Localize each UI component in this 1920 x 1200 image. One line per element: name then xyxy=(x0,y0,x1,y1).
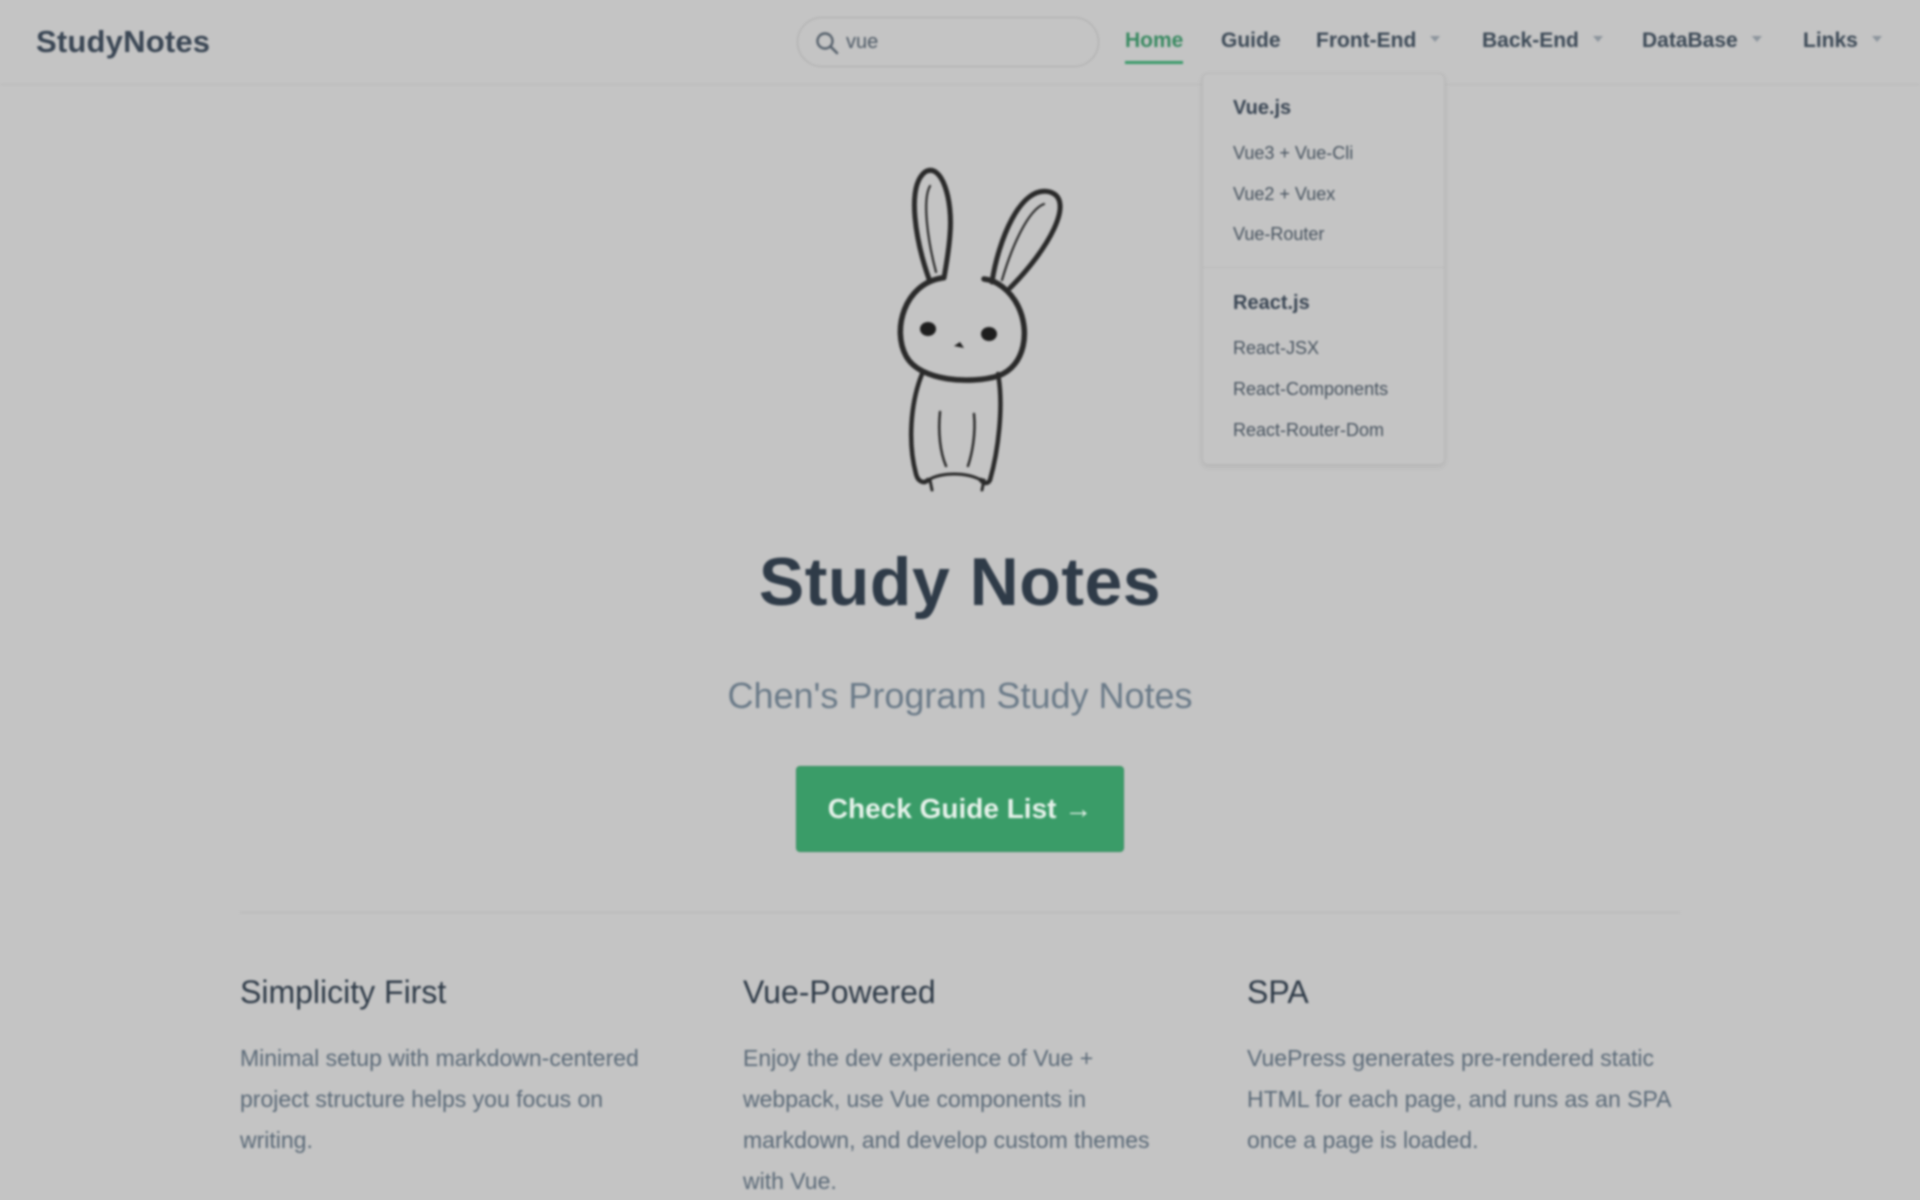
chevron-down-icon xyxy=(1430,36,1441,43)
nav-item-label: Guide xyxy=(1221,29,1281,52)
search-box[interactable] xyxy=(797,17,1099,67)
hero-title: Study Notes xyxy=(758,544,1162,620)
nav-item-label: Links xyxy=(1803,29,1858,52)
dropdown-item[interactable]: Vue2 + Vuex xyxy=(1233,184,1335,205)
nav-item-label: Home xyxy=(1125,29,1184,52)
search-input[interactable] xyxy=(846,28,1076,56)
dropdown-item[interactable]: Vue-Router xyxy=(1233,224,1324,245)
feature-title: Vue-Powered xyxy=(743,974,936,1010)
hero-tagline: Chen's Program Study Notes xyxy=(727,675,1193,716)
dropdown-item[interactable]: Vue3 + Vue-Cli xyxy=(1233,143,1353,164)
feature-title: SPA xyxy=(1247,974,1309,1010)
feature-spa: SPA VuePress generates pre-rendered stat… xyxy=(1247,970,1687,1161)
hero-bunny-image xyxy=(897,167,1063,492)
feature-details: VuePress generates pre-rendered static H… xyxy=(1247,1045,1671,1153)
features-divider xyxy=(240,912,1680,913)
dropdown-item[interactable]: React-Components xyxy=(1233,379,1388,400)
navbar: StudyNotes Home Guide Front-End Back-End xyxy=(0,0,1920,85)
nav-item-label: Back-End xyxy=(1482,29,1579,52)
nav-item-home[interactable]: Home xyxy=(1125,29,1184,64)
chevron-down-icon xyxy=(1592,36,1603,43)
nav-item-database[interactable]: DataBase xyxy=(1642,29,1762,53)
nav-item-links[interactable]: Links xyxy=(1803,29,1882,53)
feature-details: Enjoy the dev experience of Vue + webpac… xyxy=(743,1045,1150,1194)
nav-item-guide[interactable]: Guide xyxy=(1221,29,1281,53)
nav-item-label: DataBase xyxy=(1642,29,1738,52)
front-end-dropdown-menu: Vue.js Vue3 + Vue-Cli Vue2 + Vuex Vue-Ro… xyxy=(1202,73,1445,465)
check-guide-list-button[interactable]: Check Guide List → xyxy=(796,766,1124,852)
feature-simplicity-first: Simplicity First Minimal setup with mark… xyxy=(240,970,680,1161)
dropdown-group-title-react: React.js xyxy=(1233,292,1310,314)
chevron-down-icon xyxy=(1871,36,1882,43)
feature-vue-powered: Vue-Powered Enjoy the dev experience of … xyxy=(743,970,1183,1200)
search-icon xyxy=(816,32,839,55)
nav-item-label: Front-End xyxy=(1316,29,1417,52)
nav-item-front-end[interactable]: Front-End xyxy=(1316,29,1441,53)
dropdown-item[interactable]: React-JSX xyxy=(1233,338,1319,359)
page: StudyNotes Home Guide Front-End Back-End xyxy=(0,0,1920,1200)
feature-details: Minimal setup with markdown-centered pro… xyxy=(240,1045,639,1153)
dropdown-item[interactable]: React-Router-Dom xyxy=(1233,420,1384,441)
feature-title: Simplicity First xyxy=(240,974,447,1010)
site-name[interactable]: StudyNotes xyxy=(36,24,210,60)
dropdown-divider xyxy=(1203,267,1444,268)
chevron-down-icon xyxy=(1751,36,1762,43)
dropdown-group-title-vue: Vue.js xyxy=(1233,97,1292,119)
nav-item-back-end[interactable]: Back-End xyxy=(1482,29,1603,53)
